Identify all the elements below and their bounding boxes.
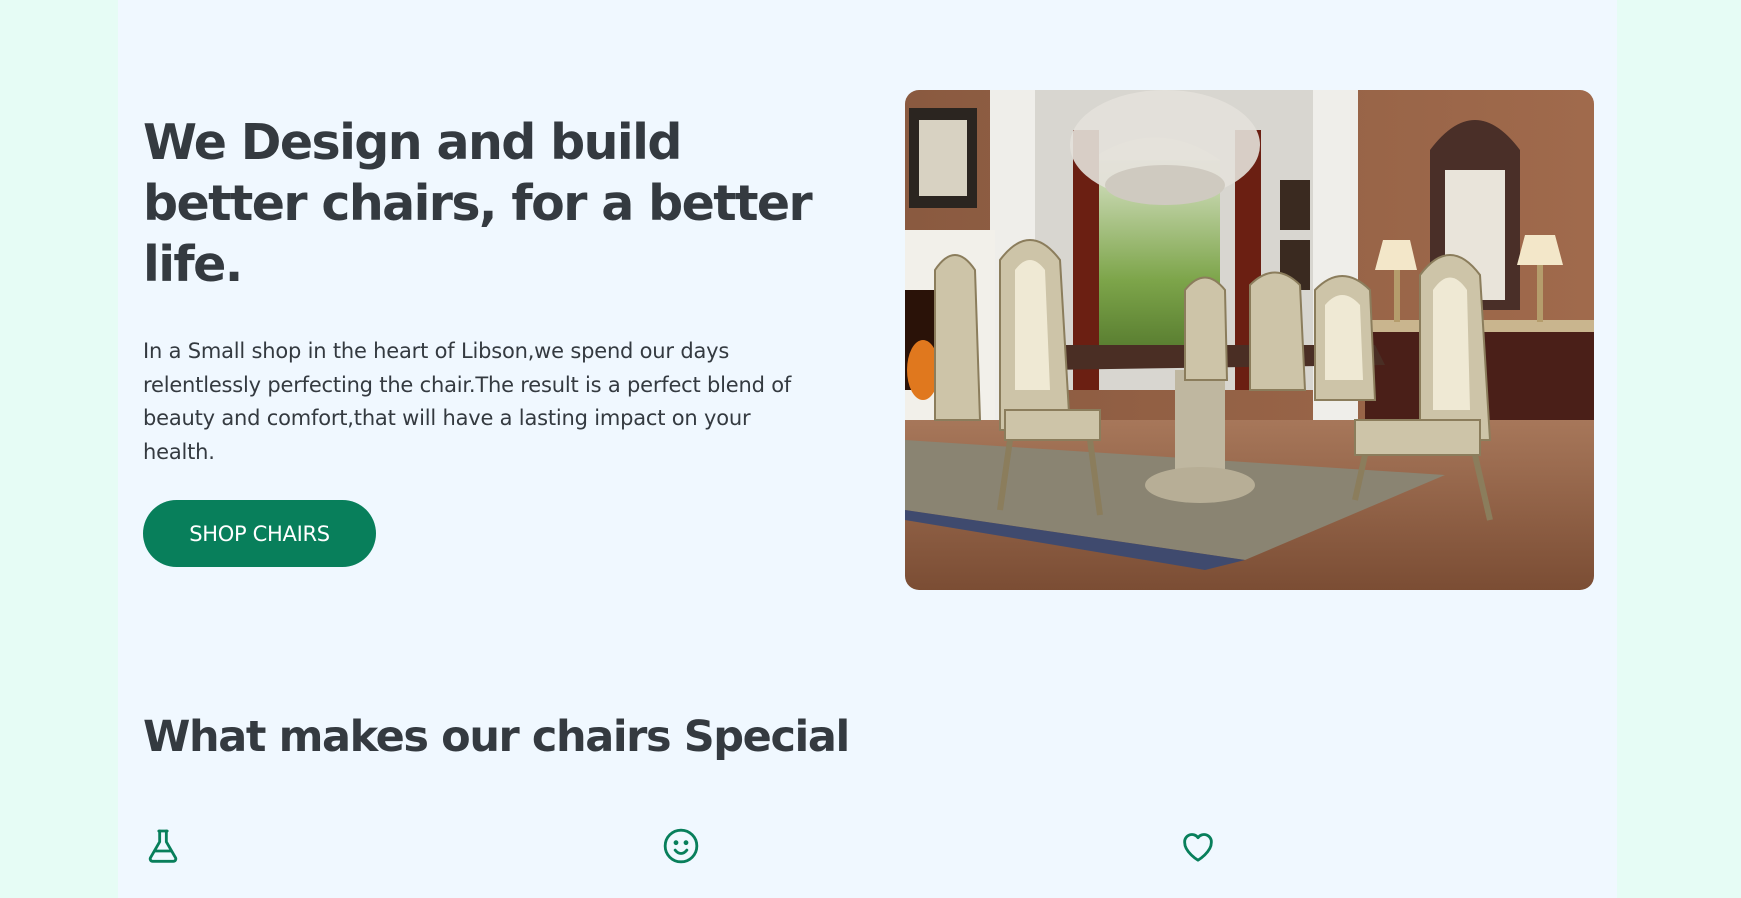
hero-image xyxy=(905,90,1594,590)
hero-description: In a Small shop in the heart of Libson,w… xyxy=(143,339,792,464)
main-container: We Design and build better chairs, for a… xyxy=(118,0,1617,898)
hero-title: We Design and build better chairs, for a… xyxy=(143,114,813,293)
features-heading: What makes our chairs Special xyxy=(143,712,850,762)
shop-chairs-button[interactable]: SHOP CHAIRS xyxy=(143,500,376,567)
flask-icon xyxy=(143,826,183,866)
heart-icon xyxy=(1178,826,1218,866)
smile-icon xyxy=(661,826,701,866)
